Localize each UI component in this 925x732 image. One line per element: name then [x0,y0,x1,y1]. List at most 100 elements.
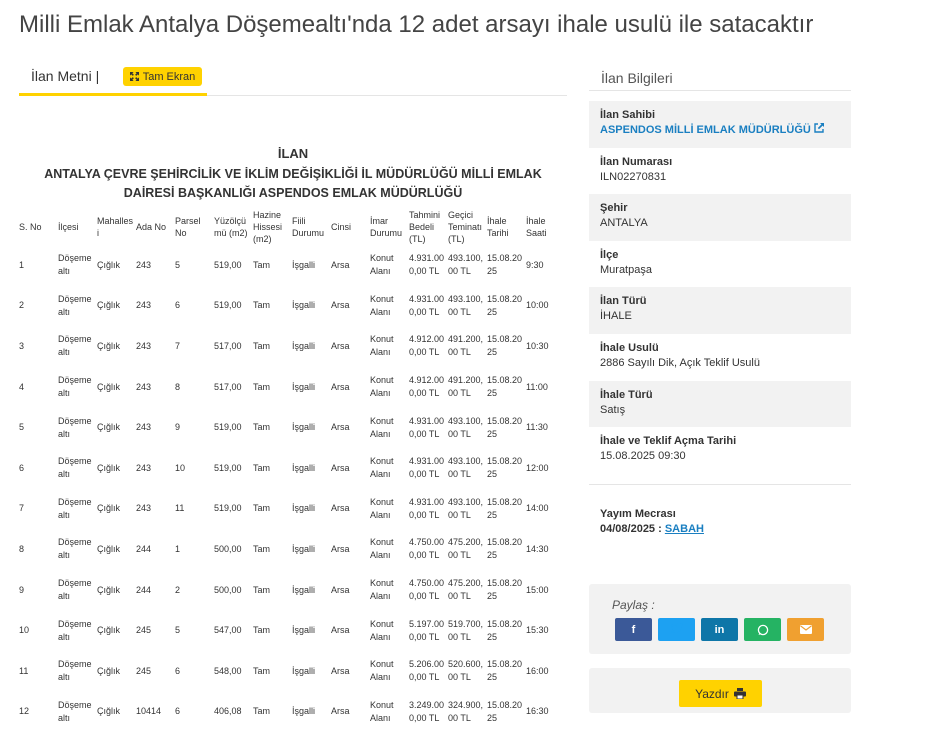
table-cell: Tam [253,340,271,351]
whatsapp-share-button[interactable] [744,618,781,641]
table-cell: Çığlık [97,543,121,554]
table-cell: 5 [19,422,25,433]
table-cell: 15:00 [526,584,549,595]
table-cell: İşgalli [292,340,316,351]
table-cell: 519,00 [214,300,242,311]
external-link-icon [814,123,824,133]
table-cell: 243 [136,300,152,311]
table-cell: 547,00 [214,625,242,636]
ilan-sahibi-link[interactable]: ASPENDOS MİLLİ EMLAK MÜDÜRLÜĞÜ [600,123,840,138]
table-cell: Çığlık [97,381,121,392]
table-header-cell: İmar Durumu [370,216,403,238]
table-cell: 475.200, 00 TL [448,578,484,602]
table-cell: Çığlık [97,259,121,270]
table-cell: 11:00 [526,381,548,392]
ilan-metni-panel: İlan Metni | Tam Ekran İLAN ANTALYA ÇEVR… [19,60,567,723]
yayim-source-link[interactable]: SABAH [665,523,704,535]
table-cell: Arsa [331,543,350,554]
table-cell: Arsa [331,259,350,270]
info-item: İhale Türü Satış [589,380,851,428]
table-cell: İşgalli [292,259,316,270]
table-cell: 243 [136,381,152,392]
table-cell: Tam [253,259,271,270]
table-row: 8 Döşeme altı Çığlık 244 1 500,00 Tam İşgalli Ar… [19,529,565,570]
table-header-row: S. No İlçesi Mahalles i Ada No Parsel No Yüzö… [19,209,565,245]
table-cell: Konut Alanı [370,578,394,602]
twitter-share-button[interactable] [658,618,695,641]
share-label: Paylaş : [612,598,655,612]
table-cell: Çığlık [97,462,121,473]
tam-ekran-button[interactable]: Tam Ekran [123,67,202,86]
table-header-cell: Yüzölçü mü (m2) [214,216,248,238]
email-icon [799,625,812,634]
table-cell: Konut Alanı [370,456,394,480]
info-label: İhale Usulü [600,341,659,354]
table-cell: 519,00 [214,422,242,433]
table-cell: 11:30 [526,422,548,433]
table-cell: Döşeme altı [58,334,92,358]
info-label: İlçe [600,248,619,261]
table-cell: Tam [253,543,271,554]
table-cell: 4.931.00 0,00 TL [409,293,445,317]
info-value-text: Muratpaşa [600,263,652,276]
table-cell: İşgalli [292,625,316,636]
ilan-tabbar: İlan Metni | Tam Ekran [19,60,567,96]
email-share-button[interactable] [787,618,824,641]
table-cell: Arsa [331,381,350,392]
info-label: İhale Türü [600,388,653,401]
linkedin-share-button[interactable]: in [701,618,738,641]
table-cell: İşgalli [292,584,316,595]
table-cell: Çığlık [97,300,121,311]
table-row: 10 Döşeme altı Çığlık 245 5 547,00 Tam İşgalli A… [19,610,565,651]
table-cell: 548,00 [214,665,242,676]
table-cell: İşgalli [292,422,316,433]
table-cell: 491.200, 00 TL [448,375,484,399]
table-cell: 5.206.00 0,00 TL [409,659,445,683]
facebook-share-button[interactable]: f [615,618,652,641]
table-row: 3 Döşeme altı Çığlık 243 7 517,00 Tam İşgalli Ar… [19,326,565,367]
table-row: 1 Döşeme altı Çığlık 243 5 519,00 Tam İşgalli Ar… [19,245,565,286]
table-cell: Döşeme altı [58,496,92,520]
table-cell: 519.700, 00 TL [448,618,484,642]
info-value-text: Satış [600,403,626,416]
table-cell: Arsa [331,584,350,595]
table-cell: 493.100, 00 TL [448,253,484,277]
table-cell: Arsa [331,462,350,473]
table-cell: Konut Alanı [370,618,394,642]
info-item: İlan Sahibi ASPENDOS MİLLİ EMLAK MÜDÜRLÜĞ… [589,101,851,148]
twitter-icon [670,623,683,636]
table-cell: Çığlık [97,584,121,595]
document-heading: İLAN [277,146,309,161]
table-cell: 243 [136,259,152,270]
table-cell: 243 [136,503,152,514]
facebook-icon: f [631,623,636,636]
table-row: 11 Döşeme altı Çığlık 245 6 548,00 Tam İşgalli A… [19,651,565,692]
table-cell: Konut Alanı [370,699,394,723]
expand-icon [129,72,139,81]
table-cell: 245 [136,665,152,676]
table-cell: 4 [19,381,25,392]
table-cell: 4.750.00 0,00 TL [409,537,445,561]
table-cell: İşgalli [292,300,316,311]
tab-ilan-bilgileri[interactable]: İlan Bilgileri [589,60,851,91]
table-cell: 406,08 [214,706,242,717]
table-cell: 15.08.20 25 [487,375,523,399]
table-row: 9 Döşeme altı Çığlık 244 2 500,00 Tam İşgalli Ar… [19,570,565,611]
table-cell: 324.900, 00 TL [448,699,484,723]
print-label: Yazdır [695,686,729,701]
table-cell: 15.08.20 25 [487,699,523,723]
table-cell: Çığlık [97,340,121,351]
table-cell: Çığlık [97,625,121,636]
table-header-cell: Mahalles i [97,216,134,238]
table-cell: Döşeme altı [58,618,92,642]
table-cell: İşgalli [292,381,316,392]
table-header-cell: S. No [19,222,42,232]
table-cell: 6 [175,706,181,717]
tab-ilan-metni[interactable]: İlan Metni | Tam Ekran [19,60,207,96]
print-button[interactable]: Yazdır [679,680,762,707]
table-cell: Konut Alanı [370,659,394,683]
table-cell: Konut Alanı [370,293,394,317]
info-value-text: 2886 Sayılı Dik, Açık Teklif Usulü [600,356,760,369]
info-value-text: ASPENDOS MİLLİ EMLAK MÜDÜRLÜĞÜ [600,124,811,136]
table-header-cell: İhale Saati [526,216,547,238]
